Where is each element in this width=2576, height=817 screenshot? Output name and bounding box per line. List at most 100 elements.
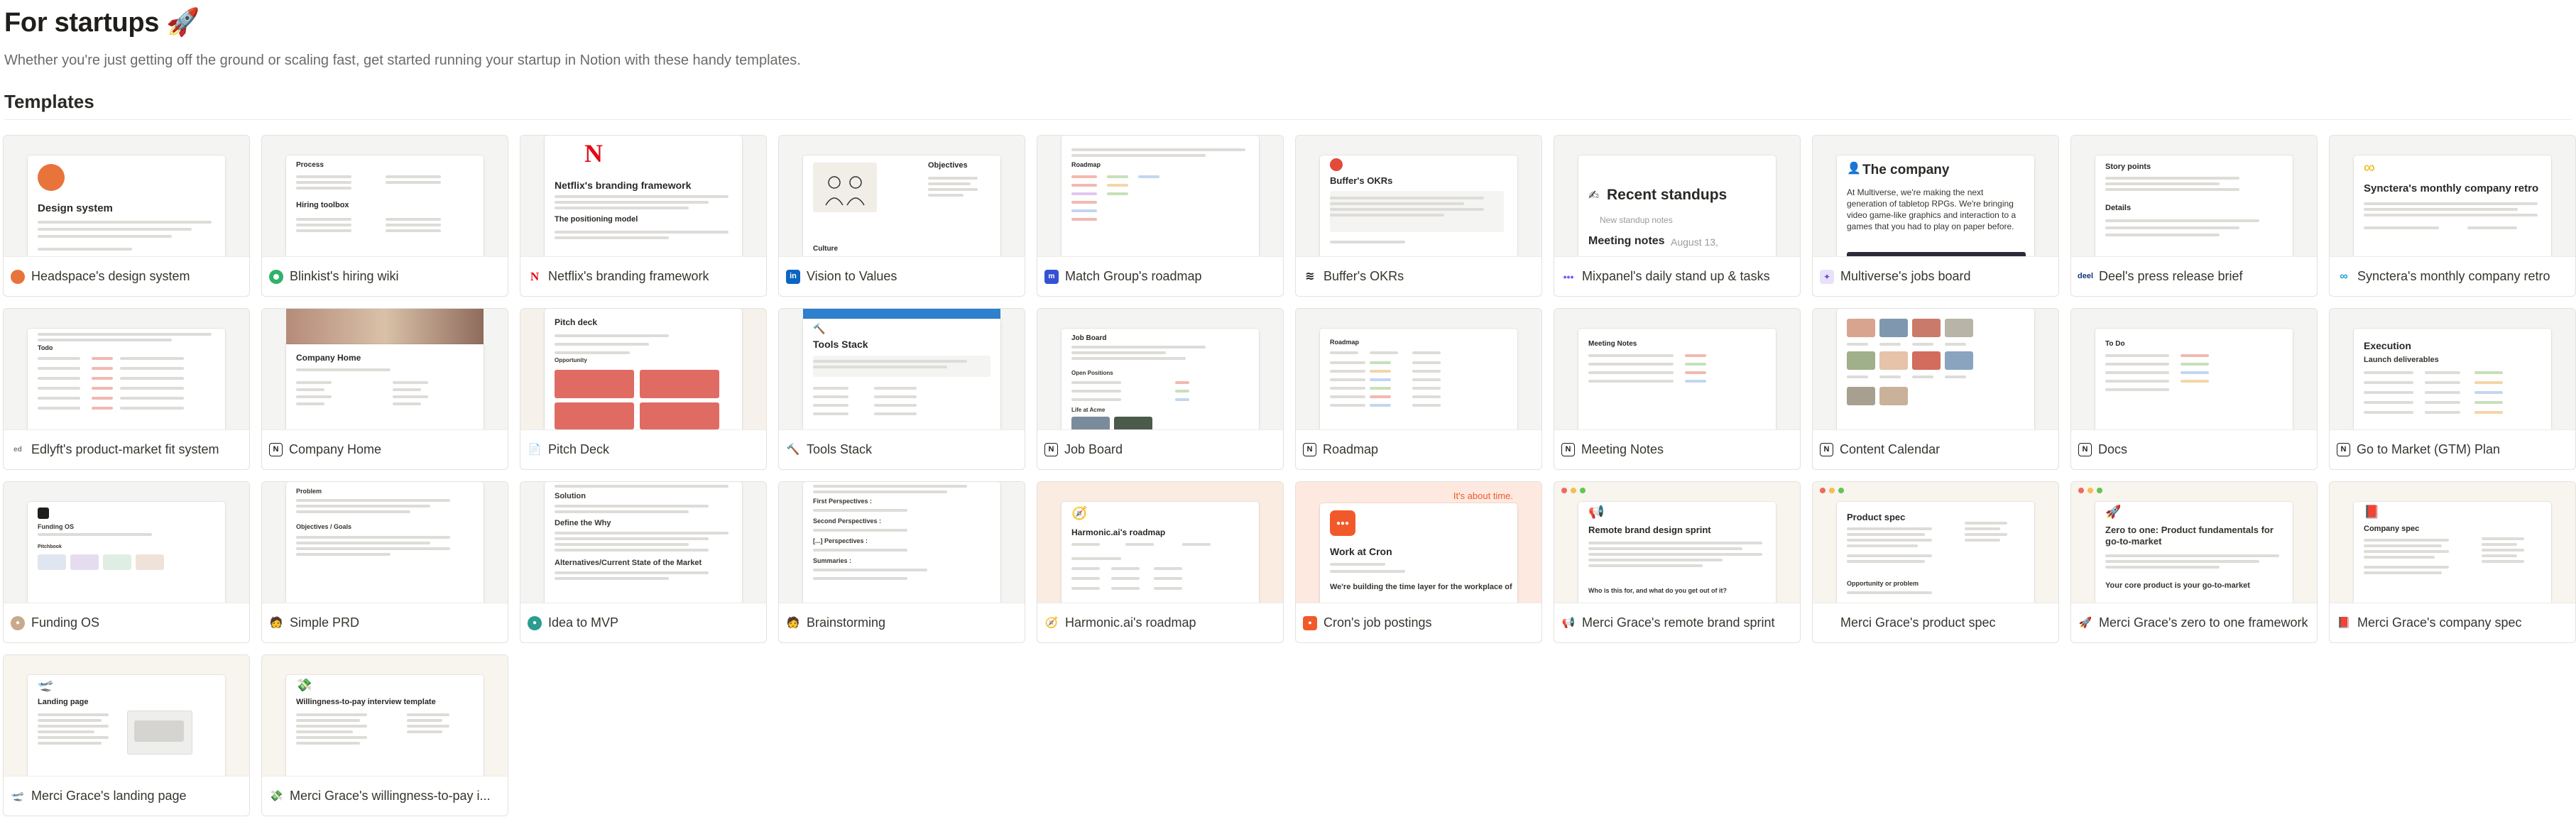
preview-title: Solution	[555, 492, 586, 500]
template-footer: 🚀 Merci Grace's zero to one framework	[2071, 603, 2317, 642]
notion-logo-icon: N	[1820, 443, 1833, 456]
preview-title: Story points	[2105, 163, 2151, 171]
tools-icon: 🛠	[1820, 615, 1834, 630]
template-card[interactable]: ✍ Recent standups New standup notes Meet…	[1554, 135, 1801, 297]
netflix-n-icon: N	[528, 269, 542, 284]
template-label: Funding OS	[31, 615, 100, 630]
template-card[interactable]: Objectives Culture in Vision to Values	[778, 135, 1025, 297]
template-preview: Buffer's OKRs	[1296, 136, 1541, 257]
preview-subtitle: Open Positions	[1071, 370, 1113, 376]
template-card[interactable]: To Do N Docs	[2070, 308, 2318, 470]
template-card[interactable]: 🔨 Tools Stack 🔨 Tools Stack	[778, 308, 1025, 470]
template-footer: ● Cron's job postings	[1296, 603, 1541, 642]
target-icon	[1330, 158, 1343, 171]
template-card[interactable]: Solution Define the Why Alternatives/Cur…	[520, 481, 767, 643]
template-preview: Company Home	[262, 309, 508, 430]
template-footer: N Content Calendar	[1813, 430, 2058, 469]
preview-subtitle: Your core product is your go-to-market	[2105, 581, 2250, 590]
deel-icon: deel	[2078, 269, 2093, 284]
template-preview: Product spec Opportunity or problem	[1813, 482, 2058, 603]
rocket-icon: 🚀	[2078, 615, 2092, 630]
template-card[interactable]: Meeting Notes N Meeting Notes	[1554, 308, 1801, 470]
book-icon: 📕	[2337, 615, 2351, 630]
template-preview: 💸 Willingness-to-pay interview template	[262, 655, 508, 777]
airplane-icon: 🛫	[11, 789, 25, 804]
template-preview: 🛫 Landing page	[4, 655, 249, 777]
template-card[interactable]: Company Home N Company Home	[261, 308, 508, 470]
template-card[interactable]: First Perspectives : Second Perspectives…	[778, 481, 1025, 643]
window-dots	[2078, 488, 2102, 493]
template-label: Docs	[2098, 442, 2128, 456]
template-card[interactable]: Funding OS Pitchbook ● Funding OS	[3, 481, 250, 643]
template-card[interactable]: 🛫 Landing page 🛫 Merci Grace's landing p…	[3, 654, 250, 816]
section-divider	[4, 119, 2572, 120]
preview-title: Synctera's monthly company retro	[2364, 182, 2539, 194]
template-card[interactable]: Roadmap N Roadmap	[1295, 308, 1542, 470]
template-card[interactable]: Problem Objectives / Goals 🧑 Simple PRD	[261, 481, 508, 643]
template-card[interactable]: N Content Calendar	[1812, 308, 2059, 470]
template-footer: ● Funding OS	[4, 603, 249, 642]
section-title-templates: Templates	[4, 91, 94, 112]
template-footer: ed Edlyft's product-market fit system	[4, 430, 249, 469]
template-card[interactable]: 🚀 Zero to one: Product fundamentals for …	[2070, 481, 2318, 643]
preview-date: August 13,	[1671, 236, 1718, 248]
preview-subtitle: Define the Why	[555, 519, 611, 527]
template-preview: Funding OS Pitchbook	[4, 482, 249, 603]
template-card[interactable]: 💸 Willingness-to-pay interview template …	[261, 654, 508, 816]
cover-image	[286, 309, 484, 344]
template-card[interactable]: 📕 Company spec 📕 Merci Grace's company s…	[2329, 481, 2576, 643]
preview-title: Design system	[38, 202, 113, 214]
cron-logo: ●●●	[1330, 510, 1355, 536]
template-card[interactable]: 📢 Remote brand design sprint Who is this…	[1554, 481, 1801, 643]
template-card[interactable]: N Netflix's branding framework The posit…	[520, 135, 767, 297]
template-card[interactable]: 🧭 Harmonic.ai's roadmap 🧭 Harmonic.ai's …	[1037, 481, 1284, 643]
template-card[interactable]: It's about time. ●●● Work at Cron We're …	[1295, 481, 1542, 643]
person-icon: 🧑	[269, 615, 283, 630]
template-footer: in Vision to Values	[779, 257, 1025, 296]
template-label: Job Board	[1064, 442, 1123, 456]
preview-subtitle: Hiring toolbox	[296, 201, 349, 209]
template-label: Idea to MVP	[548, 615, 619, 630]
template-label: Merci Grace's willingness-to-pay i...	[290, 789, 491, 803]
hammer-emoji: 🔨	[813, 323, 826, 334]
multiverse-icon: ✦	[1820, 269, 1834, 284]
template-card[interactable]: ∞ Synctera's monthly company retro ∞ Syn…	[2329, 135, 2576, 297]
cron-icon: ●	[1303, 615, 1317, 630]
template-footer: N Company Home	[262, 430, 508, 469]
template-card[interactable]: 👤 The company At Multiverse, we're makin…	[1812, 135, 2059, 297]
mixpanel-dots-icon: •••	[1561, 269, 1576, 284]
template-footer: ● Idea to MVP	[520, 603, 766, 642]
template-card[interactable]: Pitch deck Opportunity 📄 Pitch Deck	[520, 308, 767, 470]
template-label: Roadmap	[1323, 442, 1379, 456]
template-card[interactable]: Buffer's OKRs ≋ Buffer's OKRs	[1295, 135, 1542, 297]
template-preview: Process Hiring toolbox	[262, 136, 508, 257]
notion-logo-icon: N	[2078, 443, 2092, 456]
template-card[interactable]: Todo ed Edlyft's product-market fit syst…	[3, 308, 250, 470]
preview-subtitle: Who is this for, and what do you get out…	[1588, 587, 1727, 594]
template-footer: 📕 Merci Grace's company spec	[2330, 603, 2575, 642]
preview-title: Product spec	[1847, 512, 1906, 522]
template-label: Company Home	[289, 442, 382, 456]
pen-icon: ✍	[1588, 188, 1600, 202]
template-card[interactable]: Job Board Open Positions Life at Acme N …	[1037, 308, 1284, 470]
preview-meeting-notes: Meeting notes	[1588, 235, 1665, 247]
template-label: Content Calendar	[1840, 442, 1941, 456]
template-card[interactable]: Process Hiring toolbox Blinkist's hiring…	[261, 135, 508, 297]
template-card[interactable]: Execution Launch deliverables N Go to Ma…	[2329, 308, 2576, 470]
airplane-emoji: 🛫	[38, 678, 54, 692]
preview-subtitle: Objectives / Goals	[296, 523, 352, 530]
template-card[interactable]: Product spec Opportunity or problem 🛠 Me…	[1812, 481, 2059, 643]
template-card[interactable]: Story points Details deel Deel's press r…	[2070, 135, 2318, 297]
template-card[interactable]: Roadmap m Match Group's roadmap	[1037, 135, 1284, 297]
template-preview: Execution Launch deliverables	[2330, 309, 2575, 430]
orange-circle-icon	[11, 269, 25, 284]
funding-logo	[38, 508, 49, 519]
book-emoji: 📕	[2364, 505, 2380, 519]
template-card[interactable]: Design system Headspace's design system	[3, 135, 250, 297]
preview-title: Harmonic.ai's roadmap	[1071, 527, 1166, 537]
preview-body: We're building the time layer for the wo…	[1330, 583, 1512, 591]
linkedin-icon: in	[786, 269, 800, 284]
template-label: Blinkist's hiring wiki	[290, 269, 399, 283]
preview-title: Job Board	[1071, 334, 1107, 342]
template-footer: 🔨 Tools Stack	[779, 430, 1025, 469]
